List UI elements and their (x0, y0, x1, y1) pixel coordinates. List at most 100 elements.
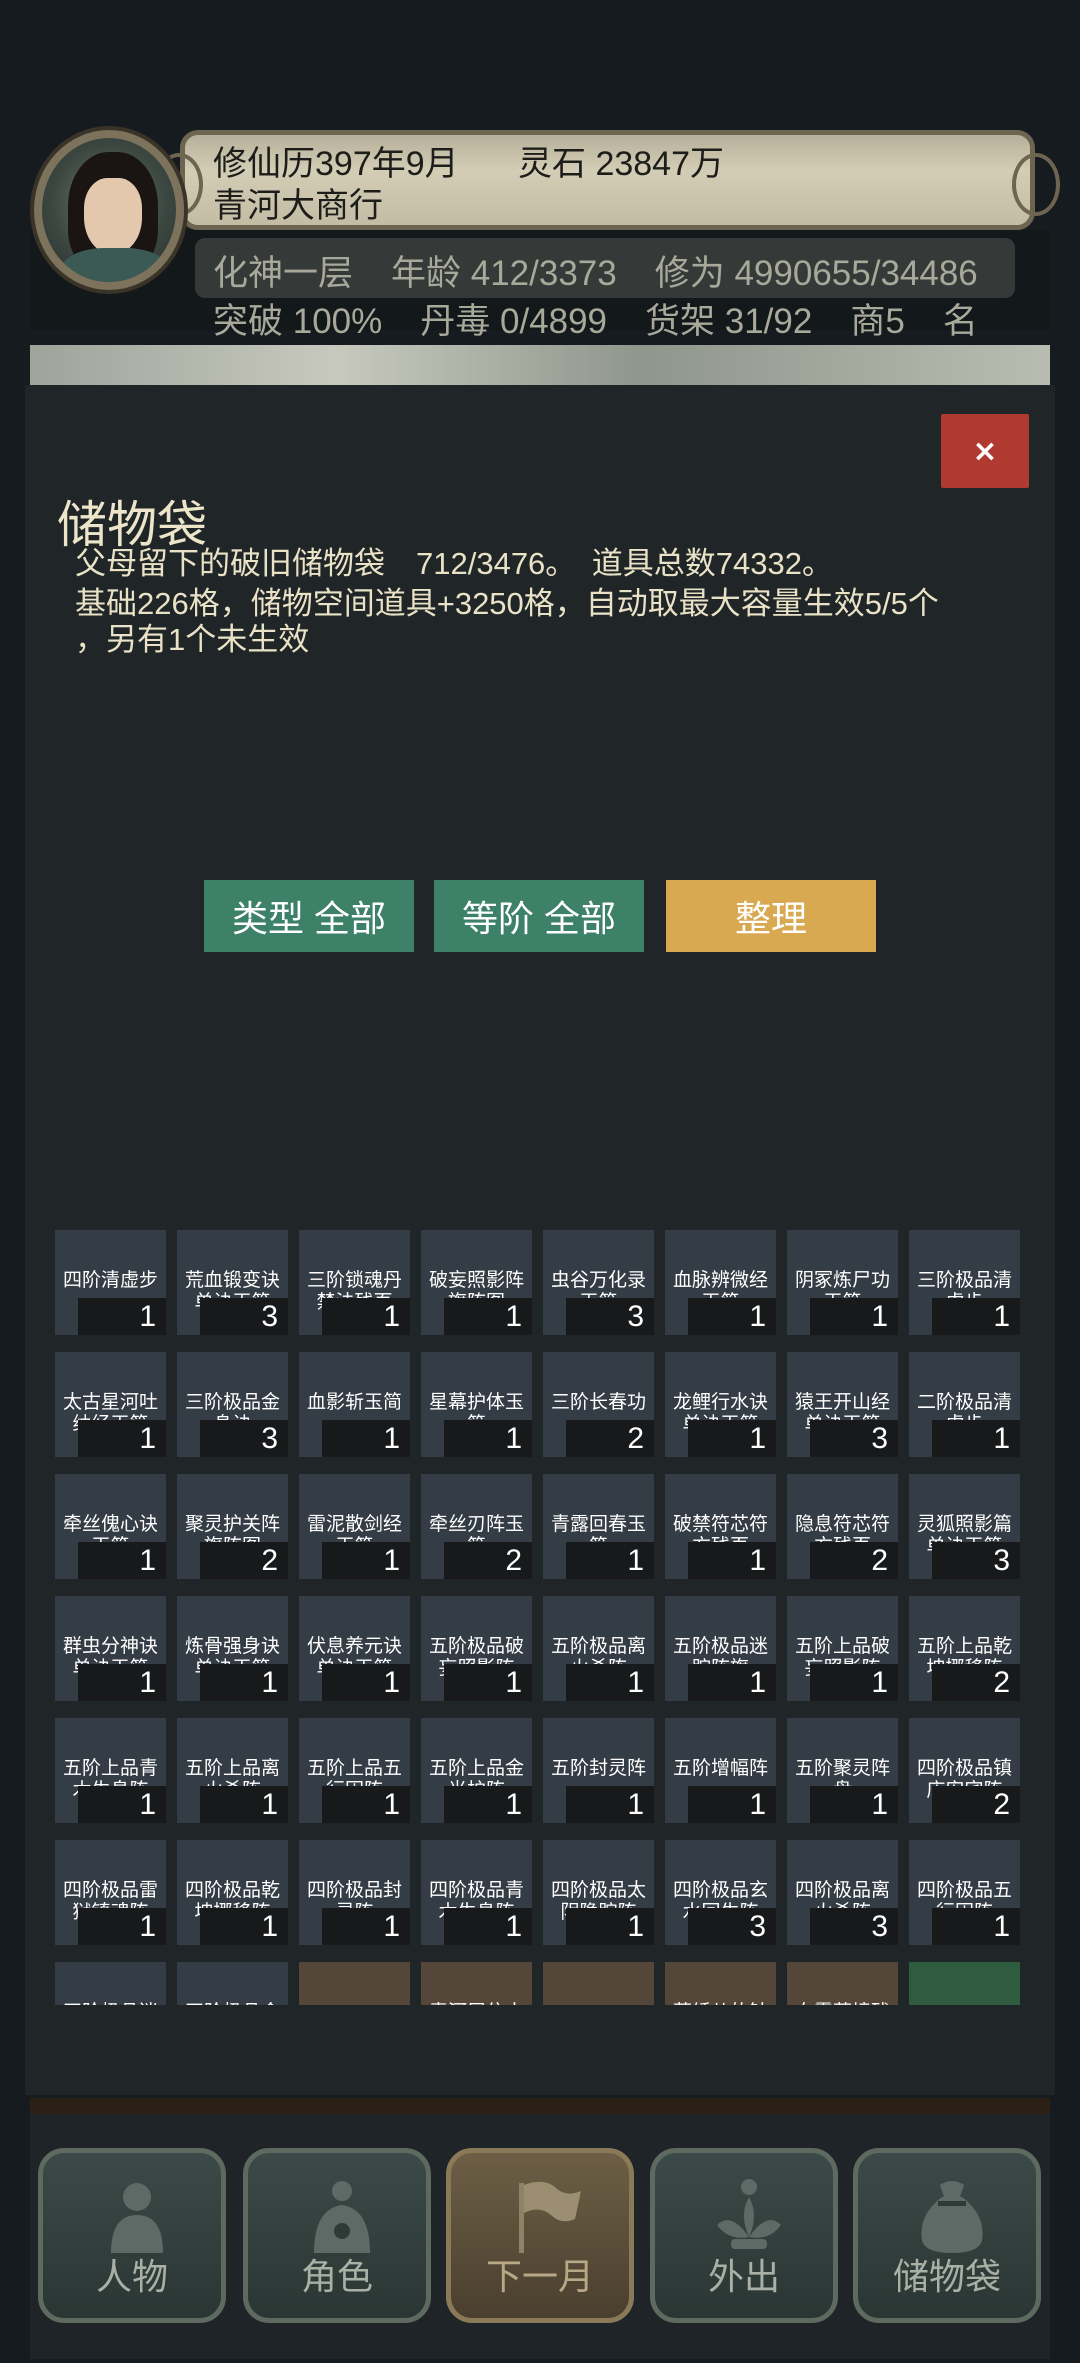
inventory-item[interactable]: 四阶清虚步 1 (55, 1230, 166, 1335)
type-filter-button[interactable]: 类型 全部 (204, 880, 414, 952)
inventory-item[interactable]: 炼骨强身诀单诀玉简1 (177, 1596, 288, 1701)
inventory-item[interactable] (909, 1962, 1020, 2005)
inventory-item[interactable]: 猿王开山经单诀玉简3 (787, 1352, 898, 1457)
item-count: 1 (688, 1298, 776, 1335)
inventory-item[interactable]: 荒血锻变诀单诀玉简3 (177, 1230, 288, 1335)
inventory-item[interactable]: 五阶极品破妄照影阵1 (421, 1596, 532, 1701)
inventory-item[interactable]: 伏息养元诀单诀玉简1 (299, 1596, 410, 1701)
item-name: 草绣儿的针 (665, 2002, 776, 2005)
poison-text: 丹毒 0/4899 (420, 302, 608, 341)
inventory-item[interactable]: 四阶极品玄水回生阵3 (665, 1840, 776, 1945)
item-count: 1 (566, 1664, 654, 1701)
inventory-item[interactable]: 三阶锁魂丹禁法残页1 (299, 1230, 410, 1335)
item-count: 1 (200, 1786, 288, 1823)
item-count: 2 (810, 1542, 898, 1579)
inventory-item[interactable]: 三阶极品金身诀3 (177, 1352, 288, 1457)
inventory-item[interactable]: 太古星河吐纳经玉简1 (55, 1352, 166, 1457)
age-text: 年龄 412/3373 (391, 254, 617, 293)
item-count: 1 (200, 1908, 288, 1945)
inventory-item[interactable]: 五阶上品金光护阵1 (421, 1718, 532, 1823)
nav-button-next-month[interactable]: 下一月 (446, 2148, 634, 2323)
inventory-item[interactable] (543, 1962, 654, 2005)
sort-button[interactable]: 整理 (666, 880, 876, 952)
item-count: 1 (78, 1420, 166, 1457)
inventory-item[interactable]: 血雾荫境残 (787, 1962, 898, 2005)
stats-row-2: 突破 100% 丹毒 0/4899 货架 31/92 商5 名 (213, 293, 1016, 344)
item-count: 3 (200, 1298, 288, 1335)
inventory-item[interactable]: 五阶上品乾坤挪移阵2 (909, 1596, 1020, 1701)
inventory-item[interactable]: 二阶极品清虚步1 (909, 1352, 1020, 1457)
item-count: 1 (810, 1664, 898, 1701)
inventory-item[interactable]: 四阶极品雷狱镇魂阵1 (55, 1840, 166, 1945)
inventory-item[interactable]: 雷泥散剑经玉简1 (299, 1474, 410, 1579)
item-name: 四阶极品金 (177, 2002, 288, 2005)
item-count: 3 (200, 1420, 288, 1457)
inventory-item[interactable]: 五阶聚灵阵盘1 (787, 1718, 898, 1823)
item-count: 3 (810, 1420, 898, 1457)
inventory-item[interactable]: 血影斩玉简 1 (299, 1352, 410, 1457)
app-root: 修仙历397年9月 灵石 23847万 青河大商行 化神一层 年龄 412/337… (0, 0, 1080, 2363)
avatar[interactable] (34, 130, 184, 290)
nav-button-character[interactable]: 角色 (243, 2148, 431, 2323)
inventory-item[interactable]: 五阶上品离火杀阵1 (177, 1718, 288, 1823)
item-count: 1 (322, 1786, 410, 1823)
inventory-item[interactable]: 三阶长春功 2 (543, 1352, 654, 1457)
item-count: 2 (444, 1542, 532, 1579)
inventory-item[interactable]: 五阶极品迷踪阵旗1 (665, 1596, 776, 1701)
inventory-item[interactable]: 五阶上品五行困阵1 (299, 1718, 410, 1823)
item-name: 青河居住木 (421, 2002, 532, 2005)
inventory-item[interactable]: 灵狐照影篇单诀玉简3 (909, 1474, 1020, 1579)
item-name: 四阶极品迷 (55, 2002, 166, 2005)
inventory-item[interactable]: 四阶极品迷 (55, 1962, 166, 2005)
inventory-item[interactable]: 五阶极品离火杀阵1 (543, 1596, 654, 1701)
inventory-item[interactable]: 三阶极品清虚步1 (909, 1230, 1020, 1335)
realm-text: 化神一层 (213, 254, 354, 293)
inventory-item[interactable]: 四阶极品镇店安宅阵2 (909, 1718, 1020, 1823)
inventory-item[interactable]: 四阶极品太阴隐踪阵1 (543, 1840, 654, 1945)
nav-button-person[interactable]: 人物 (38, 2148, 226, 2323)
item-name (543, 2002, 654, 2005)
item-count: 1 (688, 1786, 776, 1823)
inventory-item[interactable]: 五阶增幅阵 1 (665, 1718, 776, 1823)
inventory-item[interactable]: 四阶极品乾坤挪移阵1 (177, 1840, 288, 1945)
nav-button-outing[interactable]: 外出 (650, 2148, 838, 2323)
close-button[interactable]: × (941, 414, 1029, 488)
inventory-item[interactable]: 青露回春玉简1 (543, 1474, 654, 1579)
inventory-item[interactable]: 虫谷万化录玉简3 (543, 1230, 654, 1335)
inventory-item[interactable]: 四阶极品青木生息阵1 (421, 1840, 532, 1945)
inventory-item[interactable]: 青河居住木 (421, 1962, 532, 2005)
item-count: 1 (932, 1298, 1020, 1335)
inventory-item[interactable]: 破禁符芯符方残页1 (665, 1474, 776, 1579)
inventory-item[interactable]: 四阶极品封灵阵1 (299, 1840, 410, 1945)
nav-label-storage-bag: 储物袋 (892, 2257, 1001, 2297)
item-count: 1 (566, 1542, 654, 1579)
inventory-item[interactable]: 四阶极品金 (177, 1962, 288, 2005)
inventory-item[interactable]: 聚灵护关阵旗阵图2 (177, 1474, 288, 1579)
inventory-item[interactable]: 四阶极品离火杀阵3 (787, 1840, 898, 1945)
item-count: 1 (688, 1664, 776, 1701)
character-icon (314, 2181, 370, 2253)
stats-row-1: 化神一层 年龄 412/3373 修为 4990655/34486 (213, 245, 1016, 296)
nav-label-next-month: 下一月 (485, 2257, 594, 2297)
flag-icon (519, 2181, 581, 2253)
inventory-item[interactable]: 牵丝刃阵玉简2 (421, 1474, 532, 1579)
nav-button-storage-bag[interactable]: 储物袋 (853, 2148, 1041, 2323)
inventory-item[interactable]: 群虫分神诀单诀玉简1 (55, 1596, 166, 1701)
shelf-text: 货架 31/92 (645, 302, 813, 341)
grade-filter-button[interactable]: 等阶 全部 (434, 880, 644, 952)
inventory-item[interactable]: 草绣儿的针 (665, 1962, 776, 2005)
inventory-item[interactable]: 五阶上品青木生息阵1 (55, 1718, 166, 1823)
item-count: 1 (566, 1908, 654, 1945)
inventory-item[interactable]: 星幕护体玉简1 (421, 1352, 532, 1457)
inventory-item[interactable] (299, 1962, 410, 2005)
inventory-item[interactable]: 五阶上品破妄照影阵1 (787, 1596, 898, 1701)
item-count: 3 (688, 1908, 776, 1945)
inventory-item[interactable]: 隐息符芯符方残页2 (787, 1474, 898, 1579)
inventory-item[interactable]: 血脉辨微经玉简1 (665, 1230, 776, 1335)
inventory-item[interactable]: 阴冢炼尸功玉简1 (787, 1230, 898, 1335)
inventory-item[interactable]: 四阶极品五行困阵1 (909, 1840, 1020, 1945)
inventory-item[interactable]: 五阶封灵阵 1 (543, 1718, 654, 1823)
inventory-item[interactable]: 破妄照影阵旗阵图1 (421, 1230, 532, 1335)
inventory-item[interactable]: 牵丝傀心诀玉简1 (55, 1474, 166, 1579)
inventory-item[interactable]: 龙鲤行水诀单诀玉简1 (665, 1352, 776, 1457)
